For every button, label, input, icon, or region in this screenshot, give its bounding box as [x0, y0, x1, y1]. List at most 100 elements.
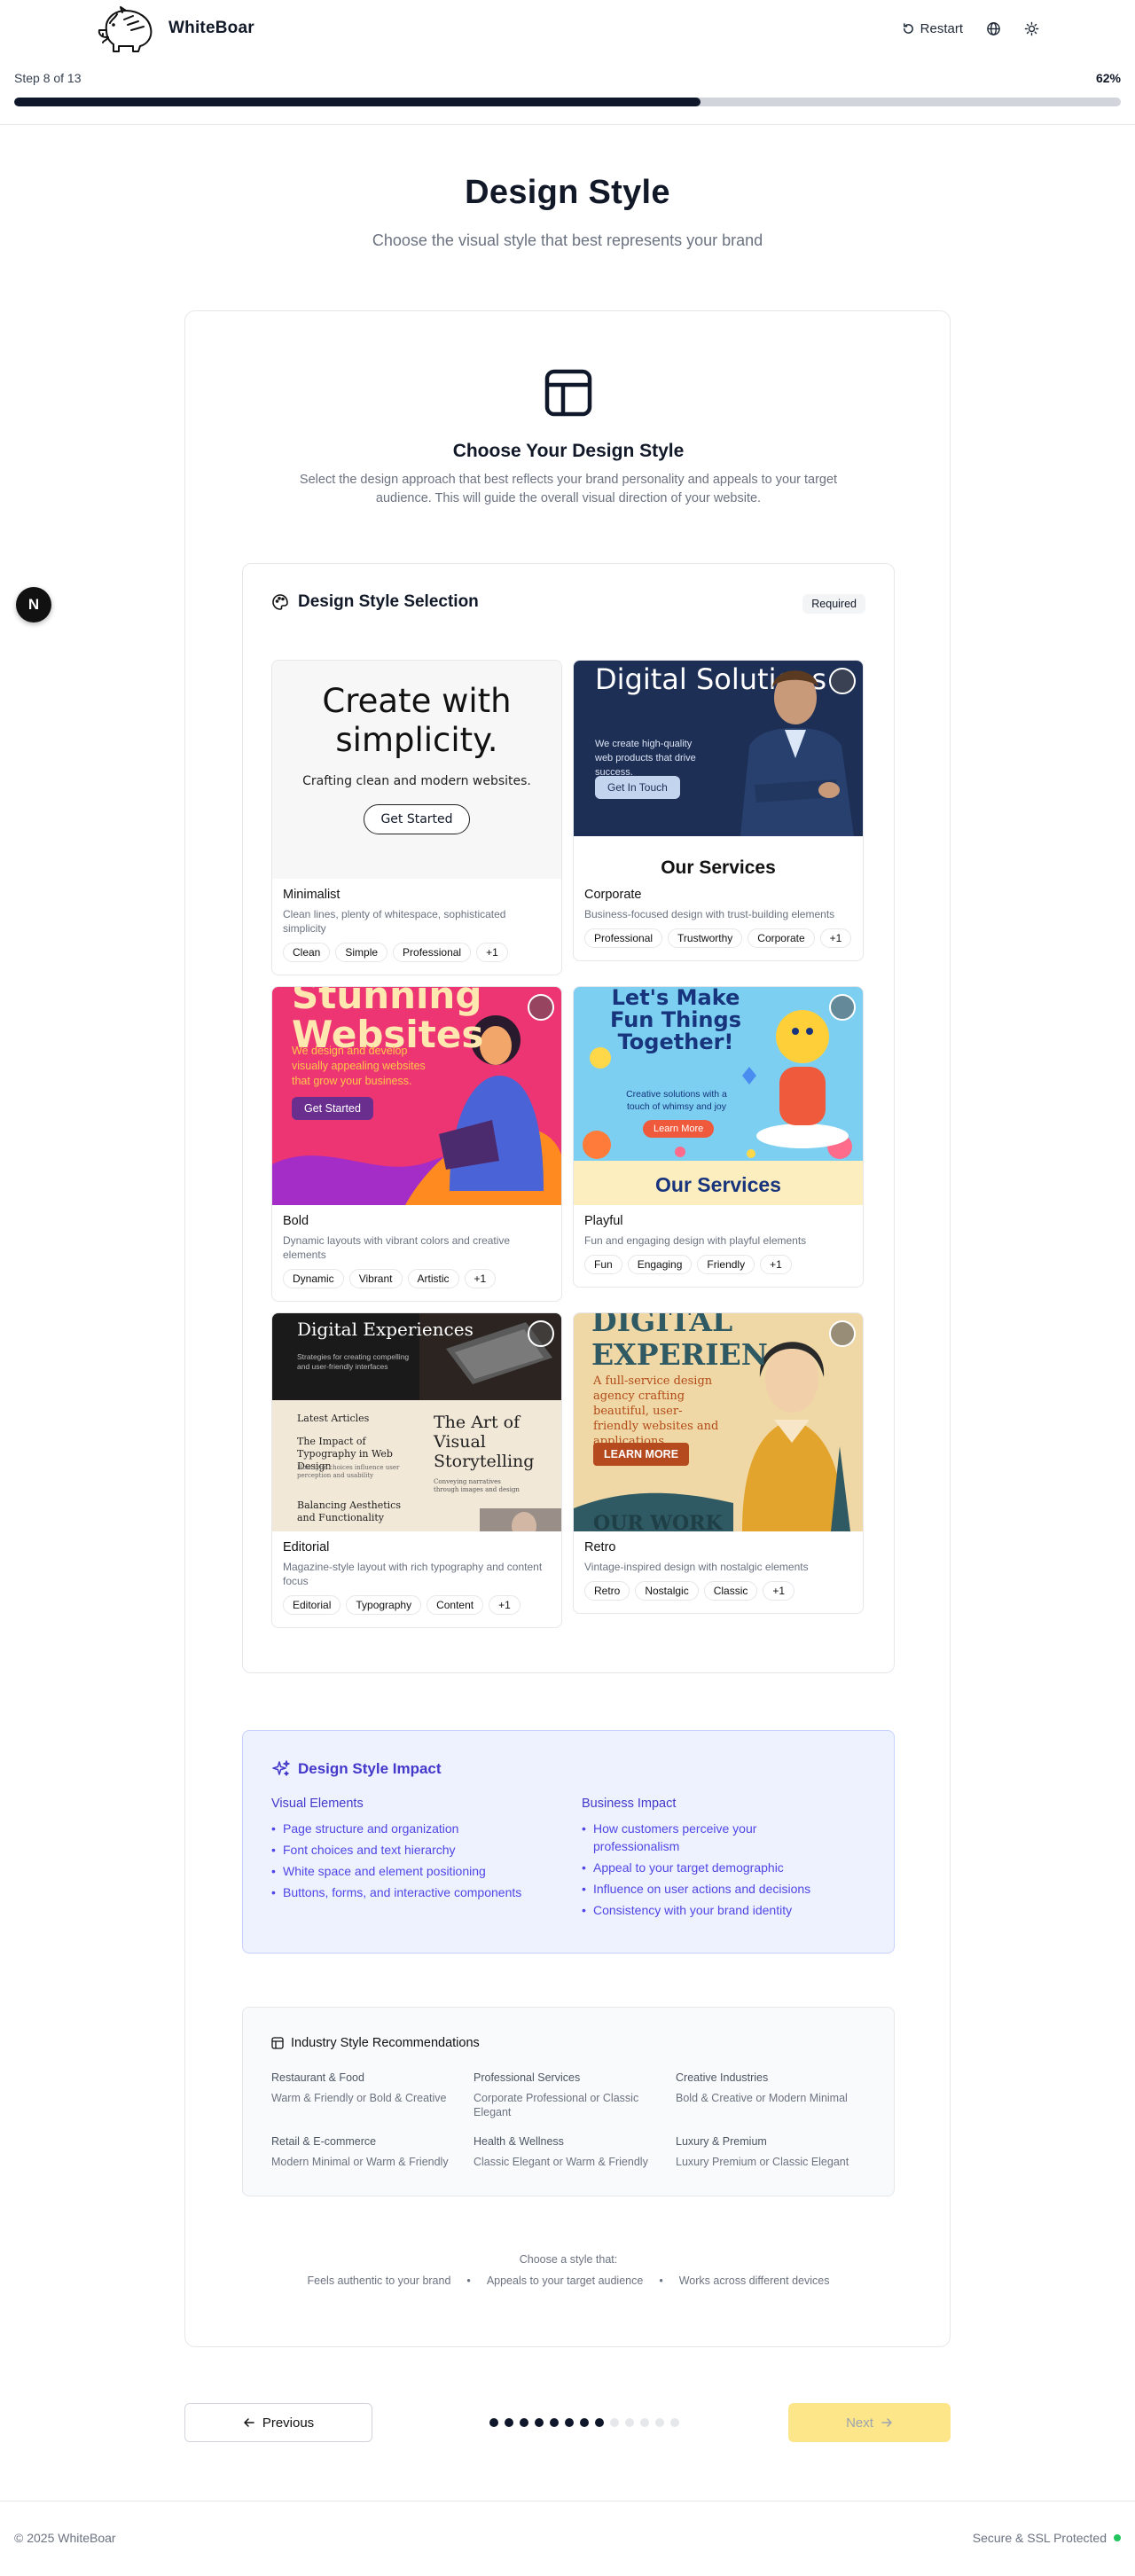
step-dot-complete: [489, 2418, 498, 2427]
hint-item: Works across different devices: [678, 2275, 830, 2287]
style-option-minimalist[interactable]: Create with simplicity. Crafting clean a…: [271, 660, 562, 975]
progress-section: Step 8 of 13 62%: [14, 71, 1121, 106]
style-radio[interactable]: [829, 668, 856, 694]
palette-icon: [272, 594, 288, 610]
brand[interactable]: WhiteBoar: [98, 4, 254, 53]
page-subtitle: Choose the visual style that best repres…: [372, 231, 763, 249]
style-option-corporate[interactable]: Digital Solutions We create high-quality…: [573, 660, 864, 961]
industry-name: Professional Services: [474, 2071, 581, 2084]
preview-button: Get In Touch: [595, 776, 680, 799]
retro-preview: DIGITAL EXPERIEN A full-service design a…: [574, 1313, 863, 1531]
industry-styles: Corporate Professional or Classic Elegan…: [474, 2092, 639, 2118]
style-name: Bold: [283, 1214, 309, 1228]
style-tag: Content: [427, 1595, 484, 1615]
style-tag-more: +1: [476, 943, 508, 962]
industry-styles: Modern Minimal or Warm & Friendly: [271, 2156, 449, 2168]
style-selection-panel: Design Style Selection Required Create w…: [242, 563, 895, 1673]
impact-title: Design Style Impact: [298, 1760, 442, 1777]
style-tag: Engaging: [627, 1255, 693, 1274]
style-radio[interactable]: [528, 1320, 554, 1347]
style-option-bold[interactable]: Stunning Websites We design and develop …: [271, 986, 562, 1302]
style-option-playful[interactable]: Let's Make Fun Things Together! Creative…: [573, 986, 864, 1288]
minimalist-preview: Create with simplicity. Crafting clean a…: [272, 661, 561, 879]
preview-feature-sub: Conveying narratives through images and …: [434, 1478, 520, 1493]
style-tag-more: +1: [489, 1595, 521, 1615]
design-style-card: Choose Your Design Style Select the desi…: [184, 310, 951, 2347]
preview-latest: Latest Articles: [297, 1413, 370, 1424]
industry-name: Creative Industries: [676, 2071, 769, 2084]
impact-header: Design Style Impact: [271, 1759, 442, 1779]
recommendation-item: Restaurant & Food Warm & Friendly or Bol…: [271, 2071, 470, 2105]
visual-elements-column: Visual Elements Page structure and organ…: [271, 1797, 555, 1905]
style-tag: Typography: [346, 1595, 422, 1615]
playful-preview: Let's Make Fun Things Together! Creative…: [574, 987, 863, 1205]
corporate-preview: Digital Solutions We create high-quality…: [574, 661, 863, 879]
style-tag: Dynamic: [283, 1269, 344, 1288]
preview-footer-heading: Our Services: [574, 836, 863, 879]
preview-button: Get Started: [364, 804, 470, 834]
next-button[interactable]: Next: [788, 2403, 951, 2442]
industry-styles: Bold & Creative or Modern Minimal: [676, 2092, 848, 2104]
boar-logo-icon: [98, 6, 153, 52]
status-dot: [1114, 2534, 1121, 2541]
top-navigation: WhiteBoar Restart: [0, 0, 1135, 57]
hint-title: Choose a style that:: [519, 2253, 618, 2266]
hint-item: Feels authentic to your brand: [307, 2275, 451, 2287]
style-tag: Nostalgic: [635, 1581, 699, 1601]
design-impact-panel: Design Style Impact Visual Elements Page…: [242, 1730, 895, 1954]
next-label: Next: [846, 2415, 873, 2431]
dev-tools-badge[interactable]: N: [16, 587, 51, 622]
preview-button: Learn More: [643, 1120, 715, 1138]
style-radio[interactable]: [528, 994, 554, 1021]
previous-button[interactable]: Previous: [184, 2403, 372, 2442]
style-tag: Vibrant: [348, 1269, 403, 1288]
security-status: Secure & SSL Protected: [973, 2531, 1121, 2545]
style-radio[interactable]: [829, 994, 856, 1021]
style-description: Fun and engaging design with playful ele…: [584, 1234, 807, 1247]
recommendation-item: Professional Services Corporate Professi…: [474, 2071, 672, 2119]
editorial-preview: Digital Experiences Strategies for creat…: [272, 1313, 561, 1531]
security-label: Secure & SSL Protected: [972, 2531, 1107, 2545]
step-dot-complete: [580, 2418, 589, 2427]
sparkles-icon: [272, 1760, 290, 1776]
hint-separator: •: [659, 2275, 663, 2287]
theme-toggle-button[interactable]: [1024, 21, 1039, 36]
style-tag: Friendly: [697, 1255, 755, 1274]
previous-label: Previous: [262, 2415, 315, 2431]
style-radio[interactable]: [829, 1320, 856, 1347]
restart-button[interactable]: Restart: [902, 21, 963, 36]
impact-list-item: Appeal to your target demographic: [582, 1859, 812, 1876]
step-dot-pending: [625, 2418, 634, 2427]
restart-label: Restart: [920, 20, 963, 36]
page-title: Design Style: [465, 174, 670, 211]
recommendations-header: Industry Style Recommendations: [271, 2036, 480, 2050]
industry-styles: Classic Elegant or Warm & Friendly: [474, 2156, 648, 2168]
progress-bar: [14, 98, 1121, 106]
step-counter: Step 8 of 13: [14, 71, 82, 85]
style-tag: Classic: [703, 1581, 758, 1601]
style-tag: Artistic: [407, 1269, 459, 1288]
step-dot-complete: [520, 2418, 528, 2427]
style-description: Business-focused design with trust-build…: [584, 908, 835, 920]
style-tag: Fun: [584, 1255, 622, 1274]
industry-name: Health & Wellness: [474, 2135, 564, 2148]
preview-feature-title: The Art of Visual Storytelling: [434, 1413, 535, 1471]
preview-subtext: We create high-quality web products that…: [595, 739, 696, 778]
step-dot-pending: [670, 2418, 679, 2427]
style-tag: Simple: [335, 943, 388, 962]
style-name: Retro: [584, 1540, 616, 1554]
style-description: Vintage-inspired design with nostalgic e…: [584, 1561, 809, 1573]
style-tag-more: +1: [464, 1269, 497, 1288]
language-button[interactable]: [986, 21, 1001, 36]
impact-list-item: How customers perceive your professional…: [582, 1820, 812, 1855]
style-option-editorial[interactable]: Digital Experiences Strategies for creat…: [271, 1312, 562, 1628]
industry-styles: Luxury Premium or Classic Elegant: [676, 2156, 849, 2168]
step-dot-pending: [640, 2418, 649, 2427]
recommendations-title: Industry Style Recommendations: [291, 2036, 480, 2050]
industry-recommendations-panel: Industry Style Recommendations Restauran…: [242, 2007, 895, 2196]
progress-percent: 62%: [1095, 71, 1121, 85]
style-description: Dynamic layouts with vibrant colors and …: [283, 1234, 511, 1261]
style-option-retro[interactable]: DIGITAL EXPERIEN A full-service design a…: [573, 1312, 864, 1614]
industry-name: Restaurant & Food: [271, 2071, 364, 2084]
style-name: Editorial: [283, 1540, 330, 1554]
